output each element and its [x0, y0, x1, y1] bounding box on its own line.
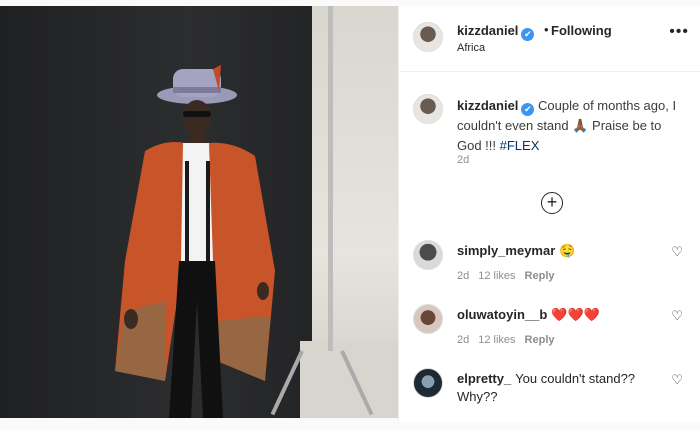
load-more-comments-icon[interactable]: +	[541, 192, 563, 214]
comment-time[interactable]: 2d	[457, 270, 469, 282]
light-stand	[328, 6, 333, 351]
commenter-avatar[interactable]	[413, 368, 443, 398]
comment-line: elpretty_ You couldn't stand?? Why??	[457, 370, 667, 406]
instagram-post-view: kizzdaniel ✔ • Following Africa ••• kizzd…	[0, 0, 700, 422]
heart-icon[interactable]: ♡	[671, 244, 683, 260]
separator-dot: •	[544, 22, 549, 37]
commenter-username[interactable]: simply_meymar	[457, 243, 555, 258]
author-username-text[interactable]: kizzdaniel	[457, 23, 518, 38]
author-avatar[interactable]	[413, 22, 443, 52]
comment-text: 🤤	[559, 243, 576, 258]
reply-button[interactable]: Reply	[525, 334, 555, 346]
caption-username[interactable]: kizzdaniel ✔	[457, 98, 535, 116]
comment-line: simply_meymar 🤤	[457, 242, 667, 260]
comment-likes[interactable]: 12 likes	[478, 270, 515, 282]
caption-timestamp[interactable]: 2d	[457, 154, 469, 166]
author-username[interactable]: kizzdaniel ✔	[457, 23, 535, 41]
heart-icon[interactable]: ♡	[671, 308, 683, 324]
comment-meta: 2d 12 likes Reply	[457, 334, 564, 346]
hashtag-link[interactable]: #FLEX	[500, 138, 540, 153]
comment-meta: 2d 12 likes Reply	[457, 270, 564, 282]
comment-likes[interactable]: 12 likes	[478, 334, 515, 346]
caption-avatar[interactable]	[413, 94, 443, 124]
comment-time[interactable]: 2d	[457, 334, 469, 346]
post-side-panel: kizzdaniel ✔ • Following Africa ••• kizzd…	[398, 6, 700, 422]
reply-button[interactable]: Reply	[525, 270, 555, 282]
photo-floor	[300, 341, 398, 418]
more-options-icon[interactable]: •••	[669, 23, 689, 41]
comment-text: ❤️❤️❤️	[551, 307, 600, 322]
comment-item: simply_meymar 🤤 2d 12 likes Reply ♡	[399, 240, 700, 302]
commenter-avatar[interactable]	[413, 304, 443, 334]
comment-item: oluwatoyin__b ❤️❤️❤️ 2d 12 likes Reply ♡	[399, 304, 700, 366]
post-photo[interactable]	[0, 6, 398, 418]
comment-item: elpretty_ You couldn't stand?? Why?? ♡	[399, 368, 700, 430]
following-button[interactable]: Following	[551, 23, 612, 38]
location-link[interactable]: Africa	[457, 42, 485, 54]
commenter-username[interactable]: oluwatoyin__b	[457, 307, 547, 322]
post-header: kizzdaniel ✔ • Following Africa •••	[399, 6, 700, 72]
caption-text: kizzdaniel ✔ Couple of months ago, I coul…	[457, 96, 689, 156]
commenter-username[interactable]: elpretty_	[457, 371, 511, 386]
verified-icon: ✔	[521, 28, 535, 41]
commenter-avatar[interactable]	[413, 240, 443, 270]
heart-icon[interactable]: ♡	[671, 372, 683, 388]
verified-icon: ✔	[521, 103, 535, 116]
person-figure	[115, 65, 275, 418]
comment-line: oluwatoyin__b ❤️❤️❤️	[457, 306, 667, 324]
caption-username-text[interactable]: kizzdaniel	[457, 98, 518, 113]
